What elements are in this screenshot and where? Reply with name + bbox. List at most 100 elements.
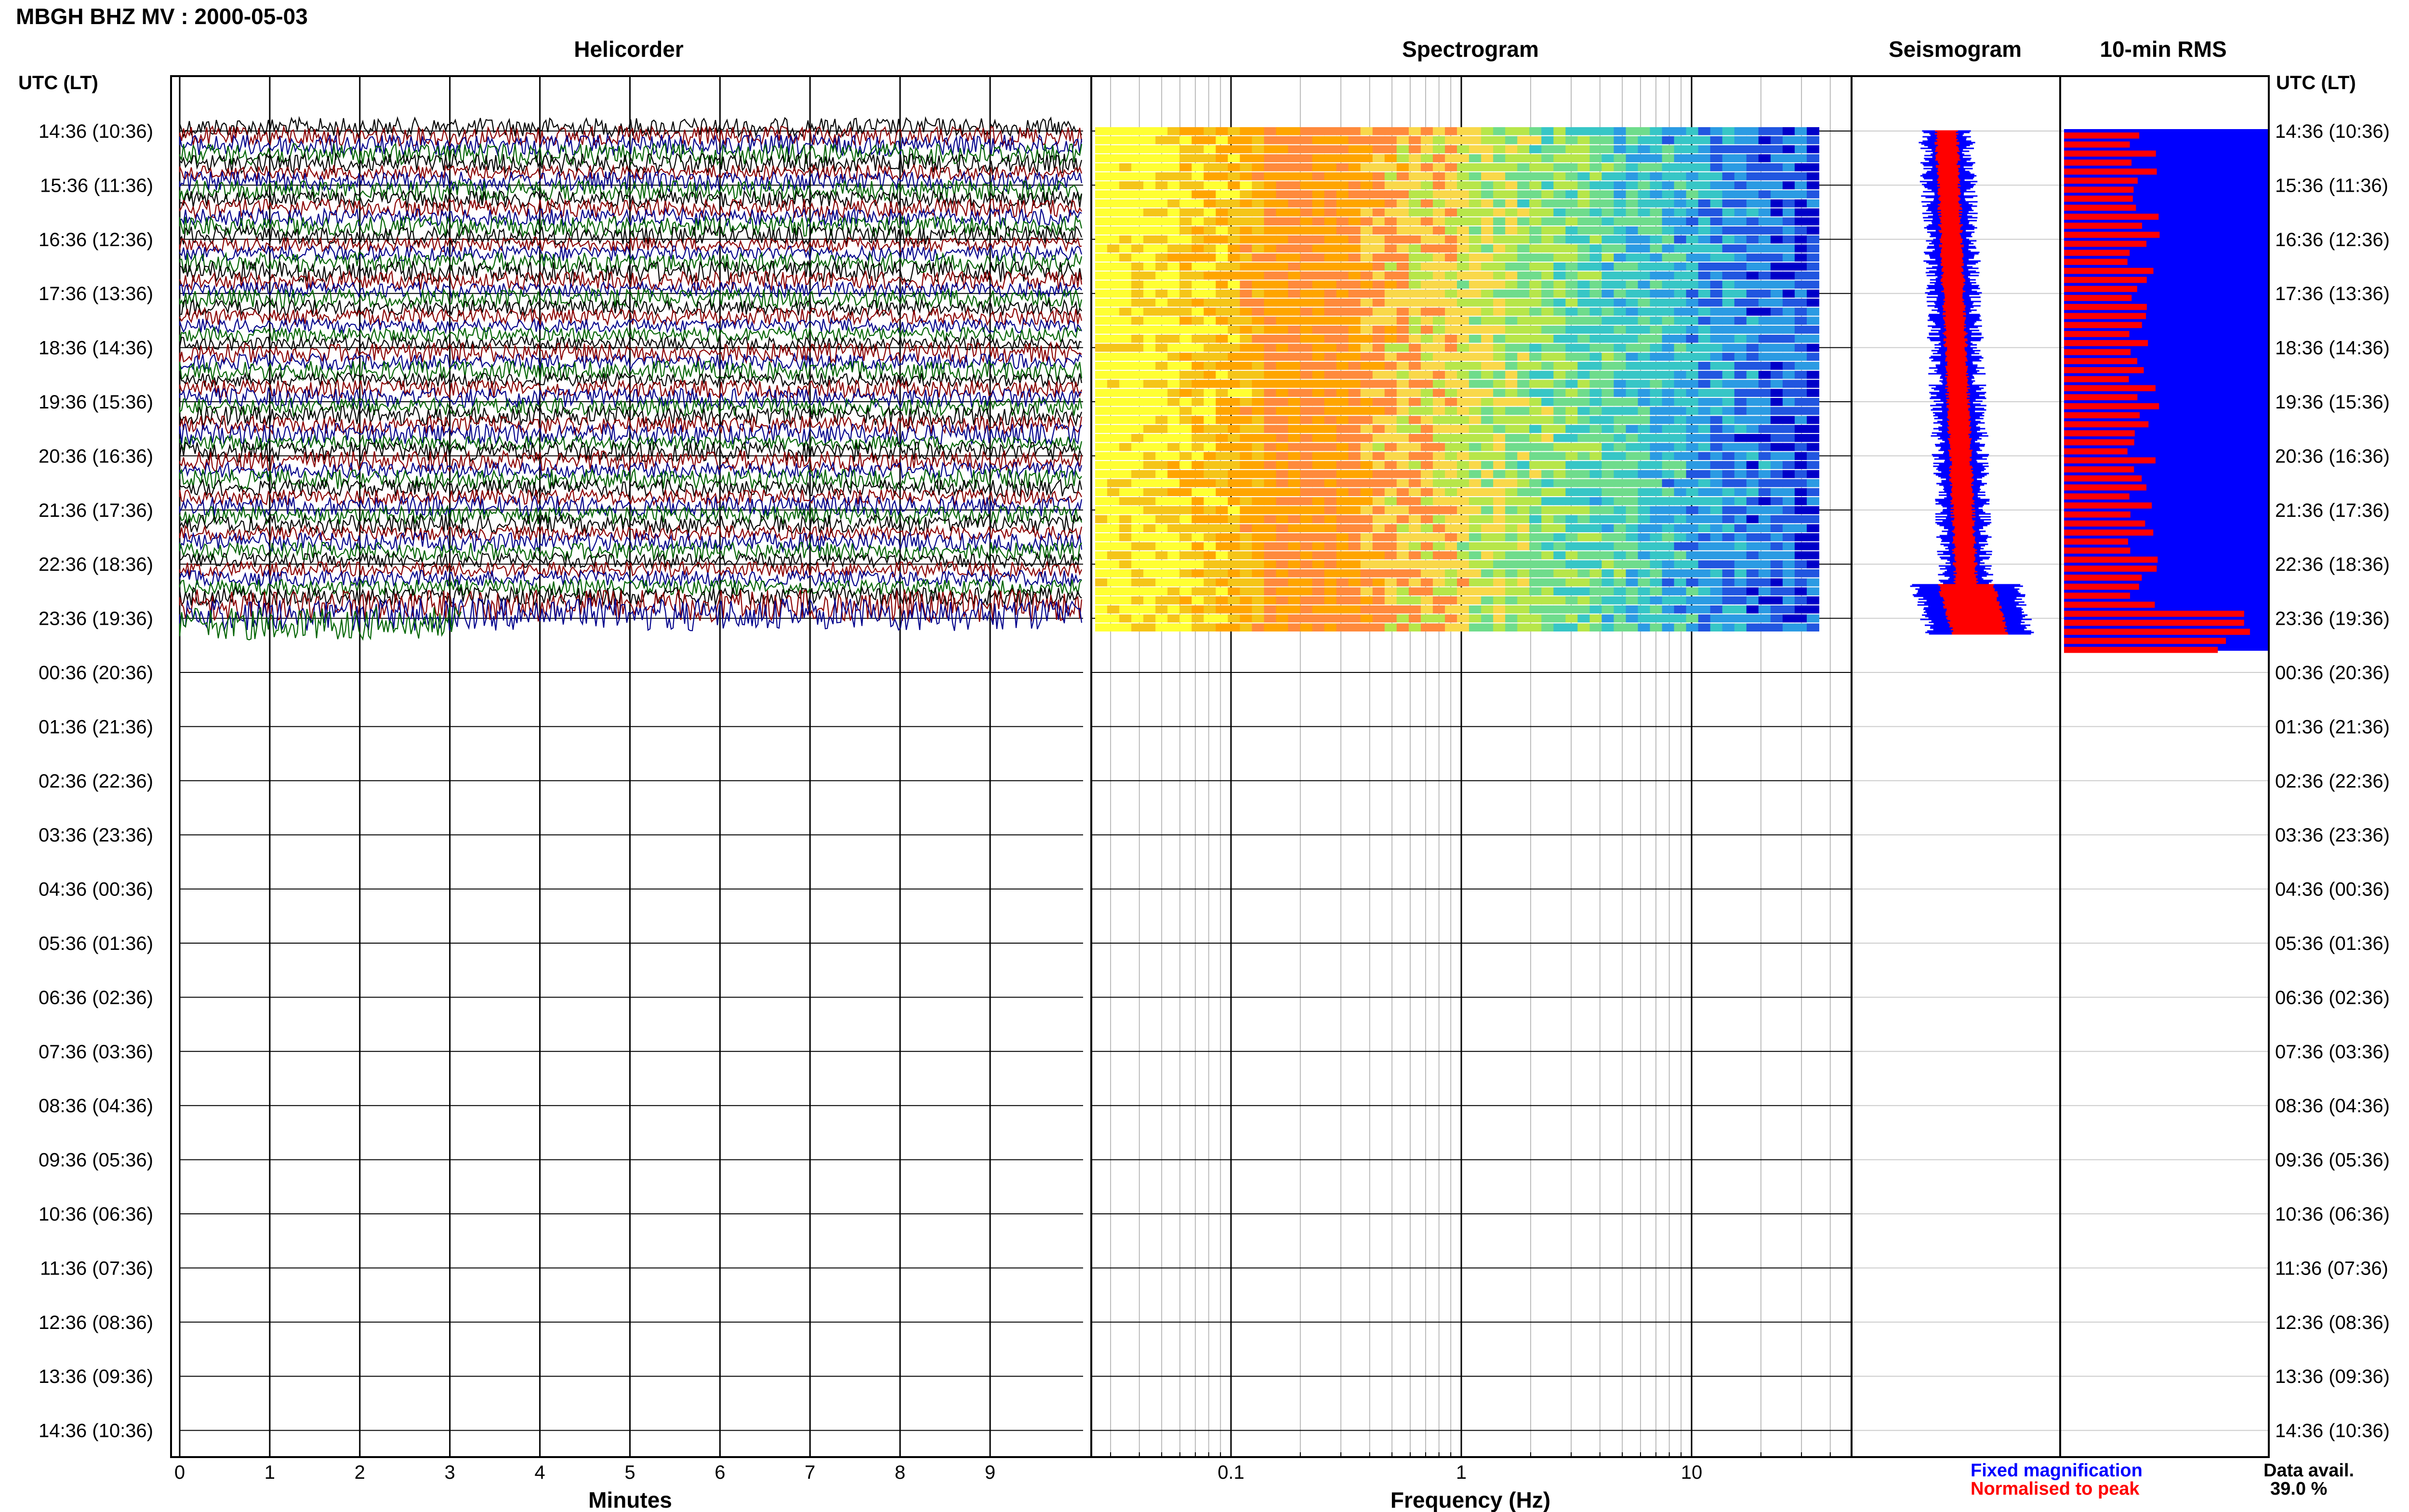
spectrogram-cell — [1252, 199, 1265, 208]
spectrogram-cell — [1216, 542, 1229, 551]
spectrogram-cell — [1614, 443, 1627, 451]
spectrogram-cell — [1384, 208, 1397, 217]
spectrogram-cell — [1119, 596, 1132, 605]
spectrogram-cell — [1529, 127, 1542, 135]
spectrogram-cell — [1457, 127, 1469, 135]
spectrogram-cell — [1602, 326, 1615, 334]
spectrogram-cell — [1167, 461, 1180, 469]
spectrogram-cell — [1264, 271, 1277, 280]
spectrogram-cell — [1312, 280, 1325, 289]
spectrogram-cell — [1505, 298, 1518, 307]
spectrogram-cell — [1638, 551, 1651, 560]
spectrogram-cell — [1107, 263, 1120, 271]
spectrogram-cell — [1191, 398, 1204, 406]
spectrogram-cell — [1420, 271, 1433, 280]
spectrogram-cell — [1517, 127, 1530, 135]
spectrogram-cell — [1300, 334, 1313, 343]
spectrogram-cell — [1746, 208, 1759, 217]
time-label-left: 12:36 (08:36) — [39, 1312, 153, 1333]
spectrogram-cell — [1469, 461, 1482, 469]
spectrogram-cell — [1432, 389, 1445, 397]
spectrogram-cell — [1204, 353, 1217, 361]
spectrogram-cell — [1626, 452, 1639, 460]
spectrogram-cell — [1734, 605, 1747, 614]
spectrogram-cell — [1698, 244, 1711, 253]
spectrogram-cell — [1143, 362, 1156, 370]
spectrogram-cell — [1119, 154, 1132, 162]
spectrogram-cell — [1758, 461, 1771, 469]
spectrogram-cell — [1384, 190, 1397, 198]
spectrogram-cell — [1505, 172, 1518, 181]
spectrogram-cell — [1432, 334, 1445, 343]
spectrogram-cell — [1638, 560, 1651, 568]
spectrogram-cell — [1300, 370, 1313, 379]
spectrogram-cell — [1517, 569, 1530, 578]
spectrogram-cell — [1384, 623, 1397, 631]
spectrogram-cell — [1710, 569, 1723, 578]
spectrogram-cell — [1589, 506, 1602, 514]
spectrogram-cell — [1758, 578, 1771, 587]
time-label-right: 04:36 (00:36) — [2275, 879, 2390, 900]
spectrogram-cell — [1167, 596, 1180, 605]
spectrogram-cell — [1565, 542, 1578, 551]
spectrogram-cell — [1143, 398, 1156, 406]
spectrogram-cell — [1662, 127, 1675, 135]
spectrogram-cell — [1626, 569, 1639, 578]
spectrogram-cell — [1348, 217, 1361, 225]
spectrogram-cell — [1348, 533, 1361, 541]
spectrogram-cell — [1191, 172, 1204, 181]
spectrogram-cell — [1107, 542, 1120, 551]
spectrogram-cell — [1264, 307, 1277, 316]
spectrogram-cell — [1324, 605, 1337, 614]
spectrogram-cell — [1674, 389, 1687, 397]
spectrogram-cell — [1710, 181, 1723, 190]
spectrogram-cell — [1638, 479, 1651, 487]
spectrogram-row — [1095, 370, 1819, 379]
spectrogram-cell — [1638, 298, 1651, 307]
spectrogram-cell — [1686, 235, 1699, 244]
spectrogram-cell — [1553, 226, 1566, 235]
spectrogram-cell — [1686, 127, 1699, 135]
spectrogram-cell — [1300, 398, 1313, 406]
spectrogram-cell — [1577, 172, 1590, 181]
time-label-right: 02:36 (22:36) — [2275, 771, 2390, 792]
spectrogram-cell — [1312, 524, 1325, 532]
spectrogram-cell — [1674, 181, 1687, 190]
spectrogram-cell — [1131, 569, 1144, 578]
spectrogram-cell — [1119, 587, 1132, 596]
spectrogram-cell — [1638, 307, 1651, 316]
spectrogram-cell — [1360, 425, 1373, 433]
spectrogram-cell — [1457, 298, 1469, 307]
spectrogram-cell — [1602, 172, 1615, 181]
spectrogram-cell — [1794, 370, 1807, 379]
spectrogram-cell — [1650, 434, 1663, 442]
spectrogram-cell — [1191, 199, 1204, 208]
spectrogram-cell — [1614, 353, 1627, 361]
spectrogram-cell — [1360, 479, 1373, 487]
spectrogram-cell — [1276, 163, 1289, 171]
spectrogram-cell — [1119, 280, 1132, 289]
spectrogram-cell — [1481, 434, 1494, 442]
spectrogram-cell — [1782, 217, 1795, 225]
spectrogram-cell — [1541, 235, 1554, 244]
spectrogram-cell — [1119, 470, 1132, 478]
spectrogram-cell — [1119, 623, 1132, 631]
spectrogram-cell — [1336, 614, 1349, 623]
spectrogram-cell — [1457, 370, 1469, 379]
spectrogram-cell — [1638, 280, 1651, 289]
spectrogram-cell — [1191, 425, 1204, 433]
spectrogram-cell — [1505, 452, 1518, 460]
spectrogram-cell — [1204, 289, 1217, 298]
spectrogram-cell — [1240, 370, 1253, 379]
spectrogram-cell — [1179, 362, 1192, 370]
spectrogram-cell — [1432, 145, 1445, 154]
spectrogram-cell — [1336, 569, 1349, 578]
spectrogram-cell — [1348, 208, 1361, 217]
spectrogram-cell — [1529, 316, 1542, 325]
spectrogram-cell — [1300, 614, 1313, 623]
spectrogram-cell — [1264, 298, 1277, 307]
spectrogram-cell — [1107, 289, 1120, 298]
spectrogram-cell — [1360, 542, 1373, 551]
spectrogram-cell — [1167, 416, 1180, 424]
spectrogram-cell — [1541, 398, 1554, 406]
